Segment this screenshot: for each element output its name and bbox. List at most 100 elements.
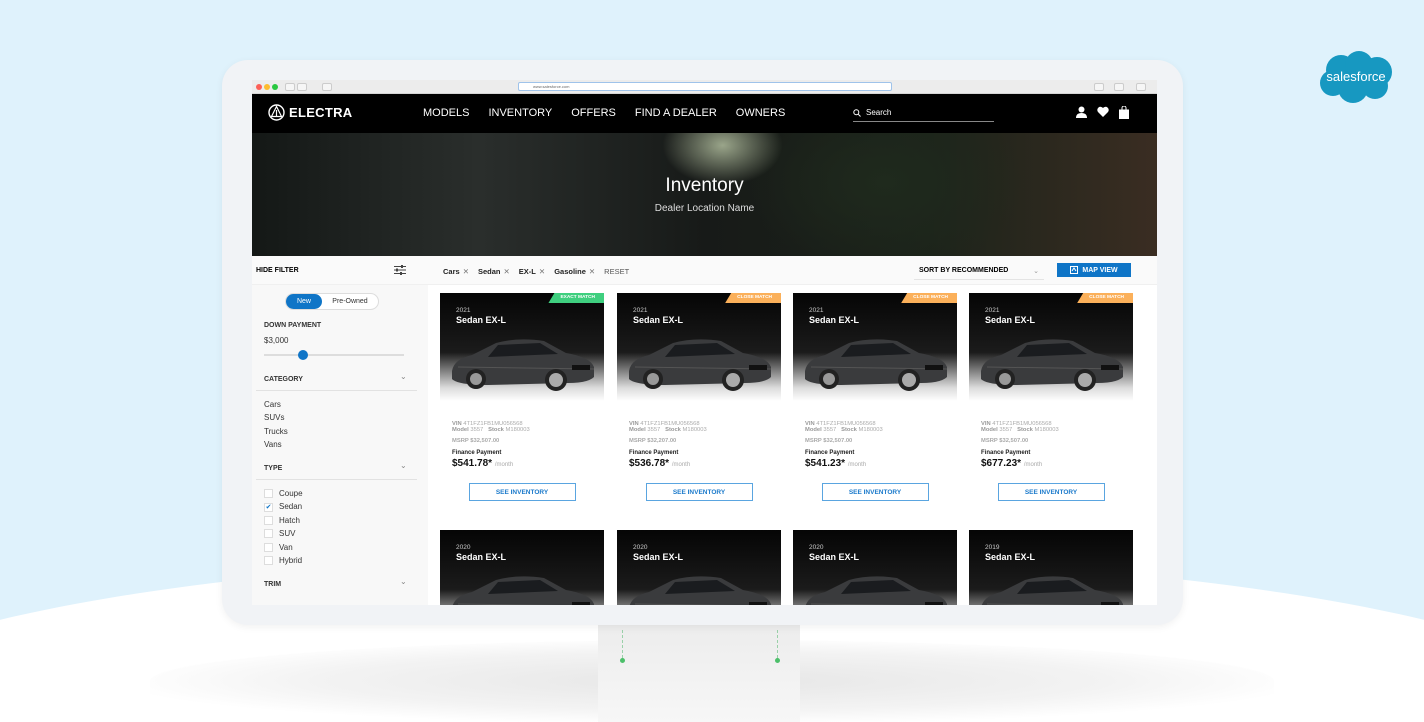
filter-chip[interactable]: Cars ✕ [443, 267, 469, 276]
active-filters: Cars ✕ Sedan ✕ EX-L ✕ Gasoline ✕ RESET [443, 267, 629, 276]
type-checkbox[interactable]: Hybrid [264, 554, 303, 567]
forward-button[interactable] [297, 83, 307, 91]
see-inventory-button[interactable]: SEE INVENTORY [821, 483, 929, 501]
see-inventory-button[interactable]: SEE INVENTORY [468, 483, 576, 501]
category-item[interactable]: Vans [264, 438, 288, 451]
close-icon[interactable]: ✕ [589, 267, 595, 276]
vehicle-year: 2020 [456, 544, 471, 551]
checkbox[interactable] [264, 489, 273, 499]
monthly-payment: $677.23* /month [981, 458, 1121, 469]
close-icon[interactable]: ✕ [539, 267, 545, 276]
checkbox[interactable] [264, 542, 273, 552]
map-view-button[interactable]: MAP VIEW [1057, 263, 1131, 277]
type-checkbox[interactable]: Van [264, 541, 303, 554]
hide-filter-button[interactable]: HIDE FILTER [256, 267, 299, 274]
toggle-pre-owned[interactable]: Pre-Owned [322, 294, 378, 309]
sort-label: SORT BY RECOMMENDED [919, 267, 1009, 274]
category-item[interactable]: Cars [264, 398, 288, 411]
chip-label: Gasoline [554, 267, 586, 276]
nav-find-a-dealer[interactable]: FIND A DEALER [635, 107, 717, 119]
filter-chip[interactable]: Gasoline ✕ [554, 267, 595, 276]
vehicle-card[interactable]: 2019 Sedan EX-L [969, 530, 1133, 605]
checkbox-label: Sedan [279, 502, 303, 512]
sort-dropdown[interactable]: SORT BY RECOMMENDED ⌄ [914, 261, 1044, 280]
car-image [452, 576, 594, 605]
nav-offers[interactable]: OFFERS [571, 107, 616, 119]
chip-label: Cars [443, 267, 460, 276]
search-input[interactable]: Search [853, 104, 994, 122]
nav-inventory[interactable]: INVENTORY [488, 107, 552, 119]
car-image [629, 339, 772, 391]
type-checkbox[interactable]: ✔ Sedan [264, 500, 303, 513]
map-icon [1070, 266, 1079, 274]
share-button[interactable] [1094, 83, 1104, 91]
down-payment-slider[interactable] [264, 350, 404, 360]
car-image [629, 576, 771, 605]
model-label: Model [981, 427, 998, 433]
vehicle-card[interactable]: CLOSE MATCH 2021 Sedan EX-L VIN 4T1FZ1FB1M… [617, 293, 781, 501]
back-button[interactable] [285, 83, 295, 91]
finance-label: Finance Payment [629, 450, 679, 456]
extension-button[interactable] [1136, 83, 1146, 91]
nav-owners[interactable]: OWNERS [736, 107, 786, 119]
finance-label: Finance Payment [981, 450, 1031, 456]
stock-number: M180003 [505, 427, 530, 433]
close-icon[interactable]: ✕ [463, 267, 469, 276]
slider-thumb[interactable] [298, 350, 309, 360]
vehicle-card[interactable]: 2020 Sedan EX-L [440, 530, 604, 605]
match-badge: CLOSE MATCH [725, 293, 781, 303]
electra-logo[interactable]: ELECTRA [268, 104, 353, 121]
shopping-bag-icon[interactable] [1119, 106, 1129, 119]
vehicle-info: VIN 4T1FZ1FB1MU056568 Model 3557 Stock M… [440, 401, 604, 469]
match-badge: CLOSE MATCH [901, 293, 957, 303]
category-item[interactable]: SUVs [264, 411, 288, 424]
chevron-down-icon[interactable]: ⌄ [400, 461, 407, 470]
stock-number: M180003 [1034, 427, 1059, 433]
match-badge: CLOSE MATCH [1077, 293, 1133, 303]
type-checkbox[interactable]: Hatch [264, 514, 303, 527]
per-month-label: /month [1023, 462, 1043, 468]
down-payment-value: $3,000 [264, 336, 289, 345]
filter-chip[interactable]: Sedan ✕ [478, 267, 510, 276]
msrp: MSRP $32,207.00 [629, 438, 677, 444]
see-inventory-button[interactable]: SEE INVENTORY [997, 483, 1105, 501]
condition-toggle[interactable]: New Pre-Owned [285, 293, 379, 310]
user-icon[interactable] [1076, 106, 1087, 118]
see-inventory-button[interactable]: SEE INVENTORY [645, 483, 753, 501]
reset-button[interactable]: RESET [604, 267, 629, 276]
filter-chip[interactable]: EX-L ✕ [519, 267, 545, 276]
stock-label: Stock [488, 427, 504, 433]
sidebar-button[interactable] [322, 83, 332, 91]
model-number: 3557 [999, 427, 1013, 433]
model-number: 3557 [647, 427, 661, 433]
filter-settings-icon[interactable] [394, 265, 406, 275]
type-checkbox[interactable]: SUV [264, 527, 303, 540]
chevron-down-icon[interactable]: ⌄ [400, 372, 407, 381]
close-icon[interactable]: ✕ [504, 267, 510, 276]
map-view-label: MAP VIEW [1082, 266, 1118, 274]
heart-icon[interactable] [1097, 106, 1109, 118]
nav-models[interactable]: MODELS [423, 107, 469, 119]
vehicle-year: 2021 [633, 307, 648, 314]
vehicle-card[interactable]: EXACT MATCH 2021 Sedan EX-L VIN 4T1FZ1FB1M… [440, 293, 604, 501]
toggle-new[interactable]: New [286, 294, 322, 309]
checkbox[interactable] [264, 516, 273, 526]
match-badge: EXACT MATCH [548, 293, 604, 303]
site-header: ELECTRA MODELS INVENTORY OFFERS FIND A D… [252, 94, 1157, 133]
checkbox-label: SUV [279, 529, 296, 539]
vehicle-card[interactable]: 2020 Sedan EX-L [617, 530, 781, 605]
filter-bar: HIDE FILTER Cars ✕ Sedan ✕ EX-L ✕ Gasoline ✕… [252, 256, 1157, 285]
vehicle-card[interactable]: 2020 Sedan EX-L [793, 530, 957, 605]
address-bar[interactable]: www.salesforce.com [518, 82, 892, 91]
category-item[interactable]: Trucks [264, 425, 288, 438]
checkbox[interactable] [264, 556, 273, 566]
tabs-button[interactable] [1114, 83, 1124, 91]
monitor-stand [598, 622, 800, 722]
vehicle-card[interactable]: CLOSE MATCH 2021 Sedan EX-L VIN 4T1FZ1FB1M… [793, 293, 957, 501]
chevron-down-icon[interactable]: ⌄ [400, 577, 407, 586]
type-checkbox[interactable]: Coupe [264, 487, 303, 500]
model-label: Model [452, 427, 469, 433]
checkbox[interactable] [264, 529, 273, 539]
vehicle-card[interactable]: CLOSE MATCH 2021 Sedan EX-L VIN 4T1FZ1FB1M… [969, 293, 1133, 501]
checkbox[interactable]: ✔ [264, 502, 273, 512]
